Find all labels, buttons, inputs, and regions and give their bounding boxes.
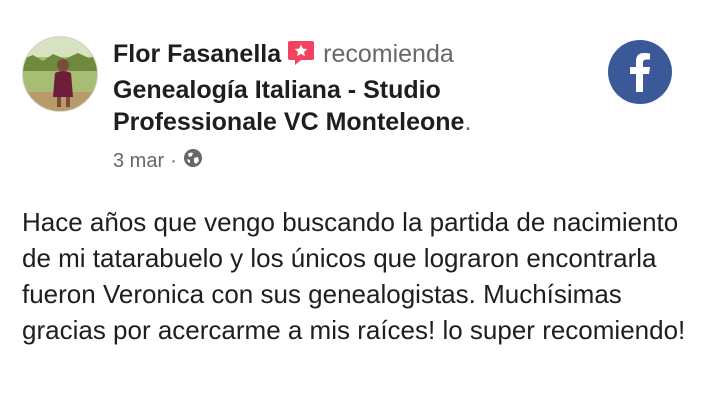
recommended-page-link[interactable]: Genealogía Italiana - Studio Professiona… bbox=[113, 76, 464, 136]
post-title-line: Flor Fasanella recomienda bbox=[113, 38, 573, 74]
post-header: Flor Fasanella recomienda Genealogía Ital… bbox=[113, 38, 573, 174]
recommend-star-icon bbox=[287, 40, 315, 74]
post-text: Hace años que vengo buscando la partida … bbox=[22, 207, 686, 345]
page-name-period: . bbox=[464, 108, 472, 136]
globe-icon[interactable] bbox=[183, 148, 203, 174]
author-name[interactable]: Flor Fasanella bbox=[113, 40, 281, 68]
recommend-verb: recomienda bbox=[323, 40, 454, 68]
post-meta: 3 mar · bbox=[113, 148, 573, 174]
avatar[interactable] bbox=[22, 36, 98, 112]
avatar-photo bbox=[23, 37, 97, 111]
post-date[interactable]: 3 mar bbox=[113, 150, 164, 173]
meta-separator: · bbox=[170, 149, 177, 172]
facebook-logo-icon bbox=[608, 40, 672, 104]
